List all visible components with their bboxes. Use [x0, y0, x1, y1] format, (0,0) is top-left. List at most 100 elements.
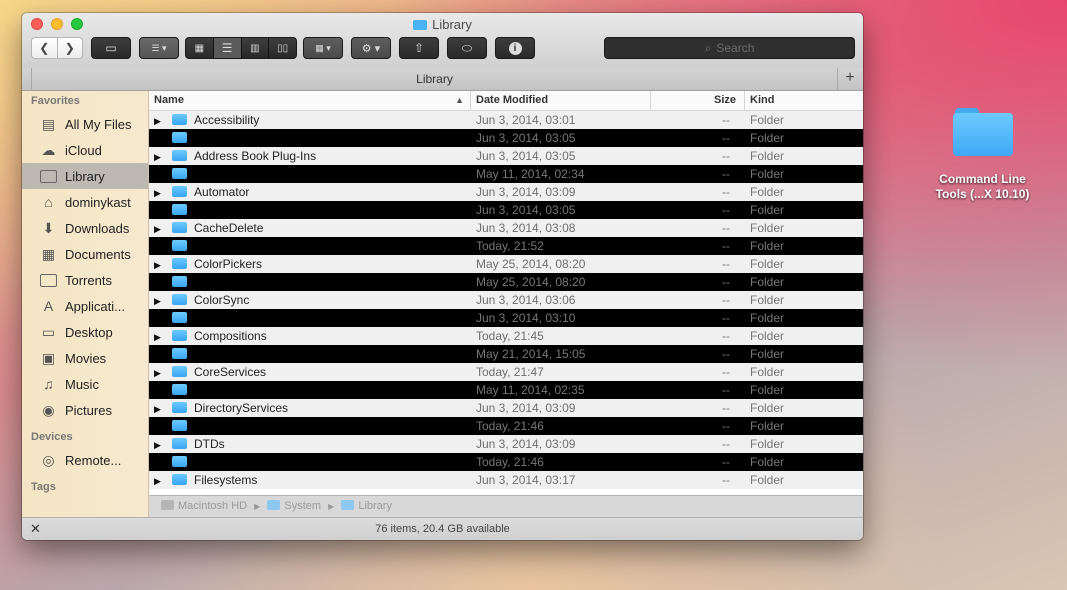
desktop-folder-command-line-tools[interactable]: Command Line Tools (...X 10.10): [925, 108, 1040, 202]
table-row[interactable]: ▶ ColorPickers May 25, 2014, 08:20 -- Folder: [149, 255, 863, 273]
column-date-header[interactable]: Date Modified: [471, 91, 651, 110]
disclosure-triangle-icon[interactable]: ▶: [154, 472, 164, 489]
tab-library[interactable]: Library: [31, 68, 838, 90]
sidebar-item-movies[interactable]: ▣ Movies: [22, 345, 148, 371]
disclosure-triangle-icon[interactable]: ▶: [154, 292, 164, 309]
table-row[interactable]: ▶ Jun 3, 2014, 03:05 -- Folder: [149, 129, 863, 147]
disclosure-triangle-icon[interactable]: ▶: [154, 310, 164, 327]
sidebar-item-desktop[interactable]: ▭ Desktop: [22, 319, 148, 345]
table-row[interactable]: ▶ ColorSync Jun 3, 2014, 03:06 -- Folder: [149, 291, 863, 309]
cell-kind: Folder: [750, 131, 785, 145]
cell-kind: Folder: [750, 311, 785, 325]
cell-kind: Folder: [750, 239, 785, 253]
table-row[interactable]: ▶ Automator Jun 3, 2014, 03:09 -- Folder: [149, 183, 863, 201]
table-row[interactable]: ▶ May 25, 2014, 08:20 -- Folder: [149, 273, 863, 291]
disclosure-triangle-icon[interactable]: ▶: [154, 382, 164, 399]
table-row[interactable]: ▶ DTDs Jun 3, 2014, 03:09 -- Folder: [149, 435, 863, 453]
sidebar-item-library[interactable]: Library: [22, 163, 148, 189]
get-info-button[interactable]: i: [495, 37, 535, 59]
disclosure-triangle-icon[interactable]: ▶: [154, 346, 164, 363]
icon-view-button[interactable]: ▦: [186, 38, 214, 58]
disclosure-triangle-icon[interactable]: ▶: [154, 274, 164, 291]
coverflow-view-button[interactable]: ▯▯: [269, 38, 296, 58]
new-folder-button[interactable]: ▭: [91, 37, 131, 59]
column-kind-header[interactable]: Kind: [745, 91, 863, 110]
tags-button[interactable]: ⬭: [447, 37, 487, 59]
disclosure-triangle-icon[interactable]: ▶: [154, 436, 164, 453]
sort-ascending-icon: ▲: [455, 95, 464, 105]
sidebar-item-remote[interactable]: ◎ Remote...: [22, 447, 148, 473]
path-item-system[interactable]: System: [284, 500, 321, 512]
disclosure-triangle-icon[interactable]: ▶: [154, 328, 164, 345]
pin-icon[interactable]: ✕: [30, 518, 41, 540]
disclosure-triangle-icon[interactable]: ▶: [154, 364, 164, 381]
disclosure-triangle-icon[interactable]: ▶: [154, 112, 164, 129]
back-button[interactable]: ❮: [32, 38, 58, 58]
desktop-icon: ▭: [41, 323, 56, 340]
file-name: Filesystems: [194, 473, 258, 487]
sidebar-item-applicati[interactable]: A Applicati...: [22, 293, 148, 319]
table-row[interactable]: ▶ Jun 3, 2014, 03:10 -- Folder: [149, 309, 863, 327]
sidebar-item-downloads[interactable]: ⬇ Downloads: [22, 215, 148, 241]
disclosure-triangle-icon[interactable]: ▶: [154, 184, 164, 201]
add-tab-button[interactable]: +: [837, 68, 863, 90]
table-row[interactable]: ▶ May 11, 2014, 02:34 -- Folder: [149, 165, 863, 183]
folder-icon: [172, 312, 187, 323]
path-item-library[interactable]: Library: [358, 500, 392, 512]
table-row[interactable]: ▶ Compositions Today, 21:45 -- Folder: [149, 327, 863, 345]
info-icon: i: [508, 41, 522, 55]
table-row[interactable]: ▶ Accessibility Jun 3, 2014, 03:01 -- Folder: [149, 111, 863, 129]
action-menu-button[interactable]: ⚙ ▾: [351, 37, 391, 59]
table-row[interactable]: ▶ CoreServices Today, 21:47 -- Folder: [149, 363, 863, 381]
disclosure-triangle-icon[interactable]: ▶: [154, 256, 164, 273]
cell-date-modified: May 25, 2014, 08:20: [476, 275, 586, 289]
folder-icon: [172, 348, 187, 359]
sidebar-item-torrents[interactable]: Torrents: [22, 267, 148, 293]
sidebar-item-icloud[interactable]: ☁ iCloud: [22, 137, 148, 163]
arrange-menu-button[interactable]: ☰ ▾: [139, 37, 179, 59]
sidebar-item-all-my-files[interactable]: ▤ All My Files: [22, 111, 148, 137]
cell-date-modified: Jun 3, 2014, 03:10: [476, 311, 576, 325]
list-view-button[interactable]: ☰: [213, 38, 242, 58]
table-row[interactable]: ▶ Today, 21:46 -- Folder: [149, 453, 863, 471]
cell-date-modified: Jun 3, 2014, 03:17: [476, 473, 576, 487]
table-row[interactable]: ▶ May 21, 2014, 15:05 -- Folder: [149, 345, 863, 363]
sidebar-item-label: Downloads: [65, 220, 130, 236]
sidebar-item-label: Documents: [65, 246, 131, 262]
disclosure-triangle-icon[interactable]: ▶: [154, 238, 164, 255]
table-row[interactable]: ▶ Today, 21:46 -- Folder: [149, 417, 863, 435]
disclosure-triangle-icon[interactable]: ▶: [154, 454, 164, 471]
column-size-header[interactable]: Size: [651, 91, 745, 110]
disclosure-triangle-icon[interactable]: ▶: [154, 166, 164, 183]
column-view-button[interactable]: ▥: [242, 38, 270, 58]
table-row[interactable]: ▶ Today, 21:52 -- Folder: [149, 237, 863, 255]
disclosure-triangle-icon[interactable]: ▶: [154, 130, 164, 147]
disclosure-triangle-icon[interactable]: ▶: [154, 220, 164, 237]
search-input[interactable]: ⌕ Search: [604, 37, 855, 59]
table-row[interactable]: ▶ Jun 3, 2014, 03:05 -- Folder: [149, 201, 863, 219]
sidebar-item-pictures[interactable]: ◉ Pictures: [22, 397, 148, 423]
cell-kind: Folder: [750, 293, 785, 307]
column-name-header[interactable]: Name ▲: [149, 91, 471, 110]
sidebar-item-music[interactable]: ♫ Music: [22, 371, 148, 397]
table-row[interactable]: ▶ Filesystems Jun 3, 2014, 03:17 -- Folder: [149, 471, 863, 489]
disclosure-triangle-icon[interactable]: ▶: [154, 418, 164, 435]
group-by-button[interactable]: ▦ ▾: [303, 37, 343, 59]
folder-icon: [267, 500, 281, 510]
table-row[interactable]: ▶ DirectoryServices Jun 3, 2014, 03:09 -- Fo…: [149, 399, 863, 417]
disc-icon: ◎: [42, 451, 55, 468]
cell-name: ▶ DirectoryServices: [149, 399, 471, 417]
share-button[interactable]: ⇧: [399, 37, 439, 59]
table-row[interactable]: ▶ Address Book Plug-Ins Jun 3, 2014, 03:05…: [149, 147, 863, 165]
disclosure-triangle-icon[interactable]: ▶: [154, 148, 164, 165]
disclosure-triangle-icon[interactable]: ▶: [154, 400, 164, 417]
file-name: Automator: [194, 185, 250, 199]
folder-icon: [172, 294, 187, 305]
table-row[interactable]: ▶ CacheDelete Jun 3, 2014, 03:08 -- Folder: [149, 219, 863, 237]
sidebar-item-dominykast[interactable]: ⌂ dominykast: [22, 189, 148, 215]
table-row[interactable]: ▶ May 11, 2014, 02:35 -- Folder: [149, 381, 863, 399]
path-item-macintosh-hd[interactable]: Macintosh HD: [178, 500, 247, 512]
sidebar-item-documents[interactable]: ▦ Documents: [22, 241, 148, 267]
disclosure-triangle-icon[interactable]: ▶: [154, 202, 164, 219]
forward-button[interactable]: ❯: [58, 38, 83, 58]
